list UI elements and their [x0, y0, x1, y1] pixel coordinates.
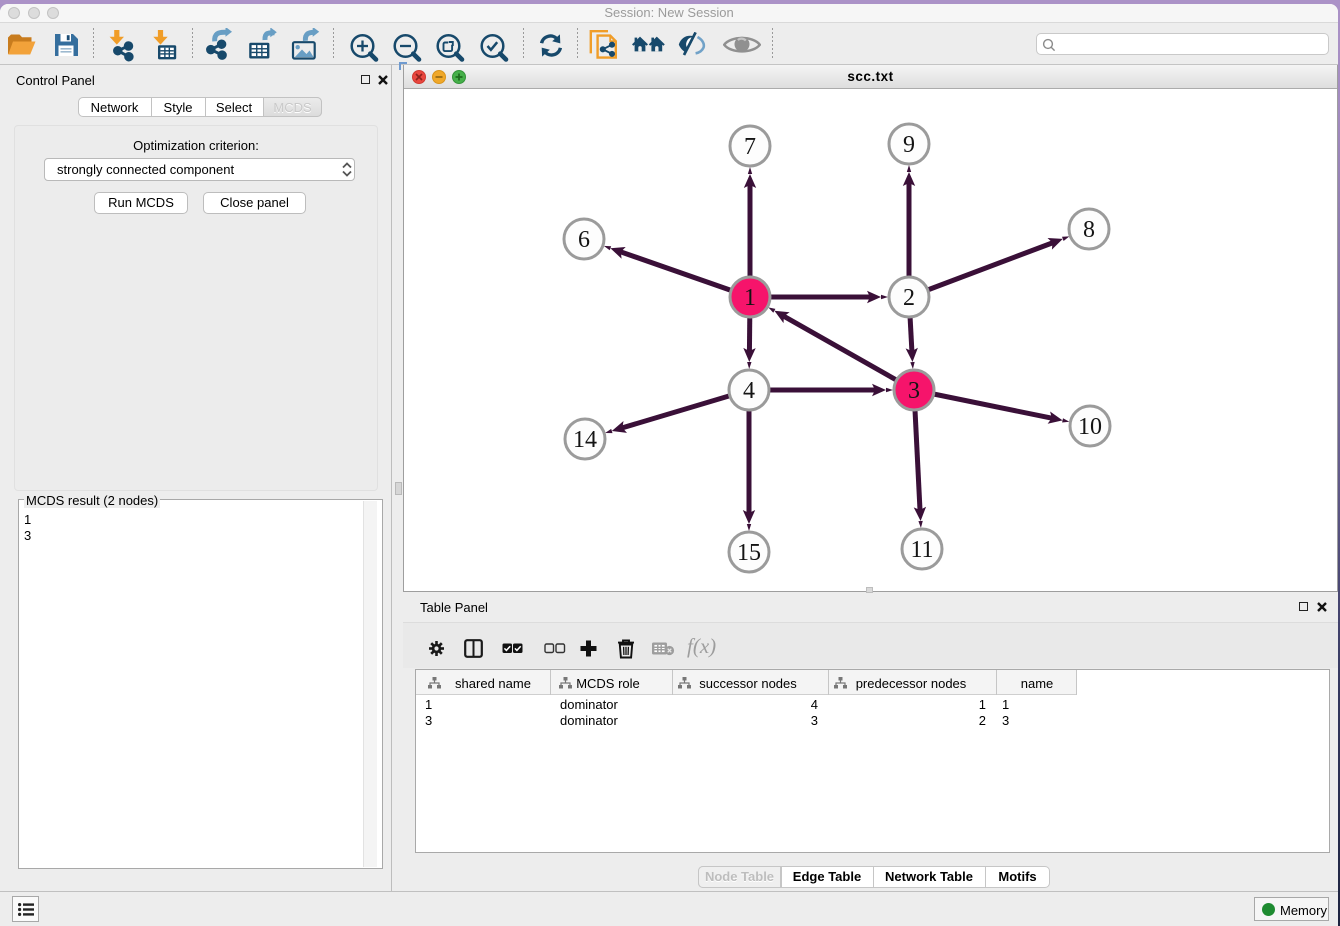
- svg-text:11: 11: [910, 537, 933, 563]
- svg-text:1: 1: [744, 285, 756, 311]
- svg-text:7: 7: [744, 134, 756, 160]
- svg-text:8: 8: [1083, 217, 1095, 243]
- svg-text:15: 15: [737, 540, 761, 566]
- svg-text:4: 4: [743, 378, 755, 404]
- svg-text:6: 6: [578, 227, 590, 253]
- svg-text:10: 10: [1078, 414, 1102, 440]
- svg-text:3: 3: [908, 378, 920, 404]
- svg-text:9: 9: [903, 132, 915, 158]
- svg-text:14: 14: [573, 427, 597, 453]
- svg-text:2: 2: [903, 285, 915, 311]
